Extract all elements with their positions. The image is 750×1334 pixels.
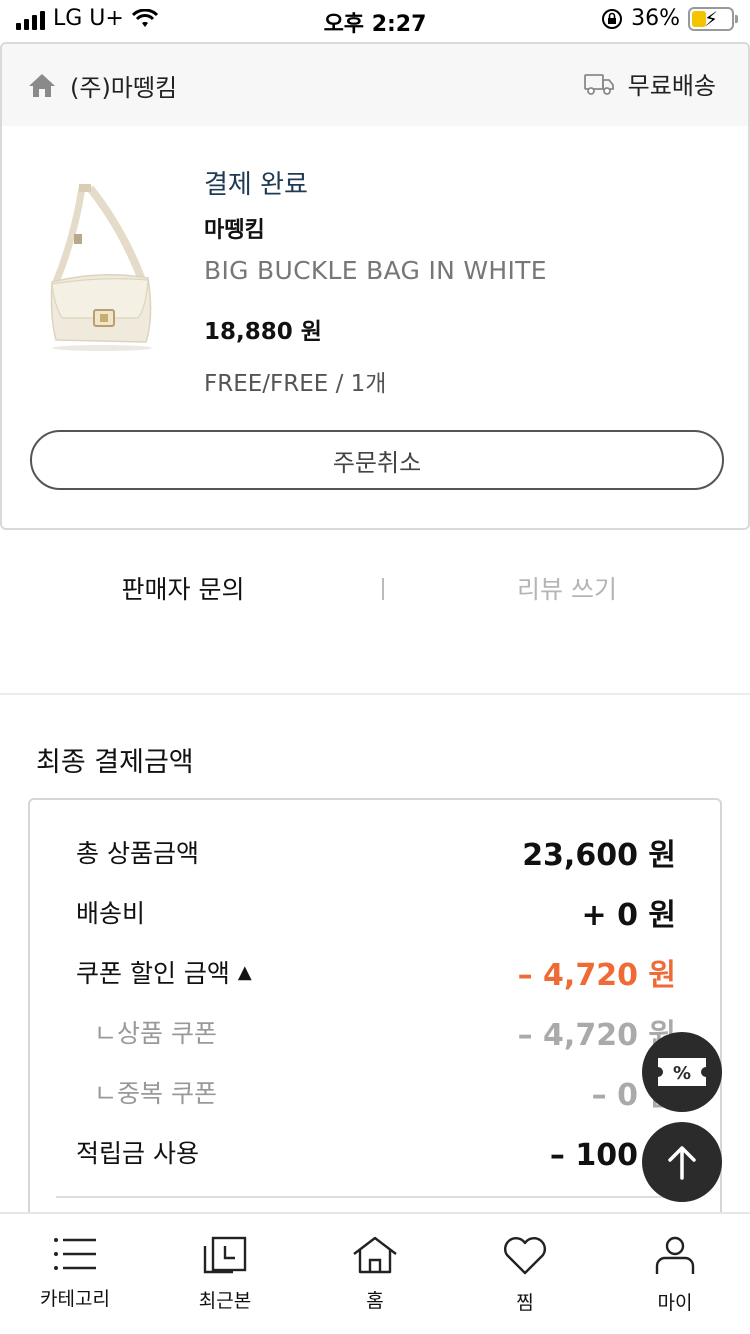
coupon-fab-button[interactable]: % bbox=[642, 1032, 722, 1112]
points-used-row: 적립금 사용 – 100 원 bbox=[76, 1130, 676, 1174]
coupon-discount-label: 쿠폰 할인 금액 bbox=[76, 959, 230, 988]
final-amount-title: 최종 결제금액 bbox=[36, 747, 194, 778]
product-name[interactable]: BIG BUCKLE BAG IN WHITE bbox=[204, 256, 547, 285]
person-icon bbox=[655, 1236, 695, 1274]
brand-name[interactable]: 마뗑킴 bbox=[204, 212, 265, 244]
row-label: ㄴ중복 쿠폰 bbox=[94, 1079, 217, 1108]
battery-percent: 36% bbox=[631, 6, 680, 31]
coupon-symbol: % bbox=[673, 1063, 691, 1084]
heart-icon bbox=[504, 1236, 546, 1275]
tab-label: 마이 bbox=[657, 1292, 693, 1314]
order-status: 결제 완료 bbox=[204, 170, 308, 200]
list-icon bbox=[54, 1238, 96, 1270]
order-card: (주)마뗑킴 무료배송 결제 완료 마뗑킴 BIG BUCKLE BAG IN … bbox=[0, 42, 750, 530]
tab-label: 홈 bbox=[366, 1290, 384, 1312]
write-review-button[interactable]: 리뷰 쓰기 bbox=[384, 570, 750, 606]
row-label: ㄴ상품 쿠폰 bbox=[94, 1019, 217, 1048]
shop-header[interactable]: (주)마뗑킴 무료배송 bbox=[2, 44, 748, 126]
status-right: 36% ⚡ bbox=[601, 6, 738, 31]
row-label: 총 상품금액 bbox=[76, 839, 199, 868]
amount-divider bbox=[56, 1196, 696, 1198]
tab-label: 카테고리 bbox=[40, 1288, 110, 1310]
coupon-discount-row[interactable]: 쿠폰 할인 금액 ▲ – 4,720 원 bbox=[76, 950, 676, 994]
action-row: 판매자 문의 리뷰 쓰기 bbox=[0, 560, 750, 620]
shop-name[interactable]: (주)마뗑킴 bbox=[70, 68, 177, 103]
product-image[interactable] bbox=[42, 178, 162, 358]
product-row: 결제 완료 마뗑킴 BIG BUCKLE BAG IN WHITE 18,880… bbox=[2, 126, 748, 426]
tab-recent[interactable]: 최근본 bbox=[150, 1214, 300, 1334]
home-icon bbox=[29, 74, 55, 97]
row-label: 적립금 사용 bbox=[76, 1139, 199, 1168]
product-option: FREE/FREE / 1개 bbox=[204, 371, 387, 397]
row-label: 배송비 bbox=[76, 899, 146, 928]
scroll-top-button[interactable] bbox=[642, 1122, 722, 1202]
tab-wishlist[interactable]: 찜 bbox=[450, 1214, 600, 1334]
rotation-lock-icon bbox=[602, 8, 623, 29]
status-bar: LG U+ 오후 2:27 36% ⚡ bbox=[0, 0, 750, 40]
coupon-icon: % bbox=[658, 1058, 706, 1086]
row-value: 23,600 원 bbox=[522, 838, 676, 873]
product-coupon-row: ㄴ상품 쿠폰 – 4,720 원 bbox=[76, 1010, 676, 1054]
total-product-row: 총 상품금액 23,600 원 bbox=[76, 830, 676, 874]
row-value: – 4,720 원 bbox=[517, 958, 676, 993]
truck-icon bbox=[583, 73, 614, 95]
tab-category[interactable]: 카테고리 bbox=[0, 1214, 150, 1334]
section-divider bbox=[0, 693, 750, 695]
recent-icon bbox=[203, 1236, 247, 1274]
delivery-label: 무료배송 bbox=[627, 72, 716, 100]
duplicate-coupon-row: ㄴ중복 쿠폰 – 0 원 bbox=[76, 1070, 676, 1114]
seller-inquiry-button[interactable]: 판매자 문의 bbox=[0, 570, 366, 606]
tab-label: 찜 bbox=[516, 1292, 534, 1314]
row-value: + 0 원 bbox=[581, 898, 677, 933]
product-price: 18,880 원 bbox=[204, 319, 322, 345]
tab-my[interactable]: 마이 bbox=[600, 1214, 750, 1334]
row-label: 쿠폰 할인 금액 ▲ bbox=[76, 954, 252, 990]
delivery-info: 무료배송 bbox=[583, 66, 716, 101]
amount-box: 총 상품금액 23,600 원 배송비 + 0 원 쿠폰 할인 금액 ▲ – 4… bbox=[28, 798, 722, 1258]
home-icon bbox=[353, 1236, 397, 1274]
battery-icon: ⚡ bbox=[688, 6, 738, 31]
caret-up-icon[interactable]: ▲ bbox=[238, 962, 252, 983]
shipping-fee-row: 배송비 + 0 원 bbox=[76, 890, 676, 934]
bottom-tab-bar: 카테고리 최근본 홈 찜 마이 bbox=[0, 1212, 750, 1334]
tab-label: 최근본 bbox=[198, 1290, 252, 1312]
tab-home[interactable]: 홈 bbox=[300, 1214, 450, 1334]
cancel-order-button[interactable]: 주문취소 bbox=[30, 430, 724, 490]
arrow-up-icon bbox=[668, 1146, 696, 1180]
